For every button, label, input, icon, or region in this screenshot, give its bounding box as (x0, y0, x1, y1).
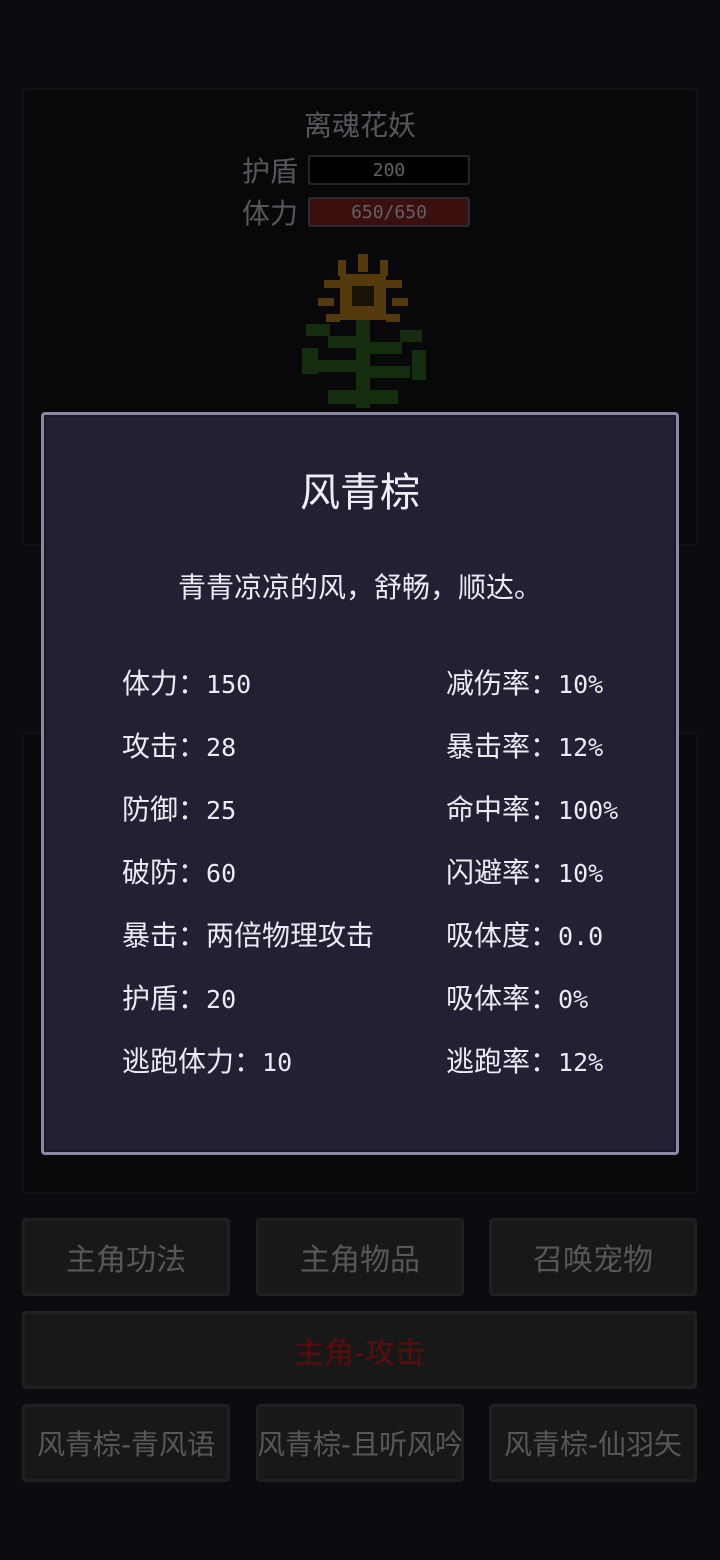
attr-value: 25 (206, 796, 237, 825)
attr-label: 体力： (122, 667, 207, 700)
pet-skill-button-3[interactable]: 风青棕-仙羽矢 (489, 1404, 697, 1482)
attr-label: 暴击： (122, 919, 207, 952)
attr-value: 两倍物理攻击 (206, 919, 375, 952)
pet-title: 风青棕 (300, 470, 420, 516)
attr-label: 命中率： (446, 793, 559, 826)
attr-label: 暴击率： (446, 730, 559, 763)
summon-pet-button[interactable]: 召唤宠物 (489, 1218, 697, 1296)
attr-crit-rate: 暴击率：12% (446, 725, 603, 765)
attr-value: 100% (558, 796, 619, 825)
pet-skill-button-1[interactable]: 风青棕-青风语 (22, 1404, 230, 1482)
attr-value: 28 (206, 733, 237, 762)
shield-bar: 200 (308, 155, 470, 185)
attr-label: 破防： (122, 856, 207, 889)
attr-value: 12% (558, 733, 604, 762)
attr-label: 逃跑率： (446, 1045, 559, 1078)
skills-button[interactable]: 主角功法 (22, 1218, 230, 1296)
attr-attack: 攻击：28 (122, 725, 236, 765)
attr-armor-break: 破防：60 (122, 851, 236, 891)
attr-label: 吸体率： (446, 982, 559, 1015)
attr-label: 攻击： (122, 730, 207, 763)
hp-label: 体力 (242, 197, 299, 230)
shield-label: 护盾 (242, 155, 299, 188)
attr-value: 10% (558, 859, 604, 888)
attr-label: 逃跑体力： (122, 1045, 263, 1078)
attr-value: 12% (558, 1048, 604, 1077)
attr-label: 闪避率： (446, 856, 559, 889)
attr-label: 护盾： (122, 982, 207, 1015)
attr-dodge-rate: 闪避率：10% (446, 851, 603, 891)
attr-label: 吸体度： (446, 919, 559, 952)
flower-demon-sprite (302, 254, 426, 408)
attr-value: 10% (558, 670, 604, 699)
attack-button[interactable]: 主角-攻击 (22, 1311, 697, 1389)
enemy-hp-row: 体力 650/650 (242, 196, 470, 230)
pet-description: 青青凉凉的风，舒畅，顺达。 (177, 571, 542, 604)
attr-label: 减伤率： (446, 667, 559, 700)
enemy-shield-row: 护盾 200 (242, 154, 470, 188)
attr-label: 防御： (122, 793, 207, 826)
attr-value: 20 (206, 985, 237, 1014)
attr-value: 10 (262, 1048, 293, 1077)
attr-lifesteal-amount: 吸体度：0.0 (446, 914, 603, 954)
attr-damage-reduction: 减伤率：10% (446, 662, 603, 702)
attr-shield: 护盾：20 (122, 977, 236, 1017)
items-button[interactable]: 主角物品 (256, 1218, 464, 1296)
attr-value: 0.0 (558, 922, 604, 951)
attr-escape-rate: 逃跑率：12% (446, 1040, 603, 1080)
pet-skill-button-2[interactable]: 风青棕-且听风吟 (256, 1404, 464, 1482)
attr-lifesteal-rate: 吸体率：0% (446, 977, 588, 1017)
attr-hp: 体力：150 (122, 662, 251, 702)
attr-value: 0% (558, 985, 589, 1014)
attr-crit: 暴击：两倍物理攻击 (122, 914, 374, 954)
hp-bar: 650/650 (308, 197, 470, 227)
attr-defense: 防御：25 (122, 788, 236, 828)
attr-value: 150 (206, 670, 252, 699)
attr-hit-rate: 命中率：100% (446, 788, 618, 828)
attr-escape-stamina: 逃跑体力：10 (122, 1040, 292, 1080)
attr-value: 60 (206, 859, 237, 888)
enemy-name: 离魂花妖 (303, 109, 416, 142)
